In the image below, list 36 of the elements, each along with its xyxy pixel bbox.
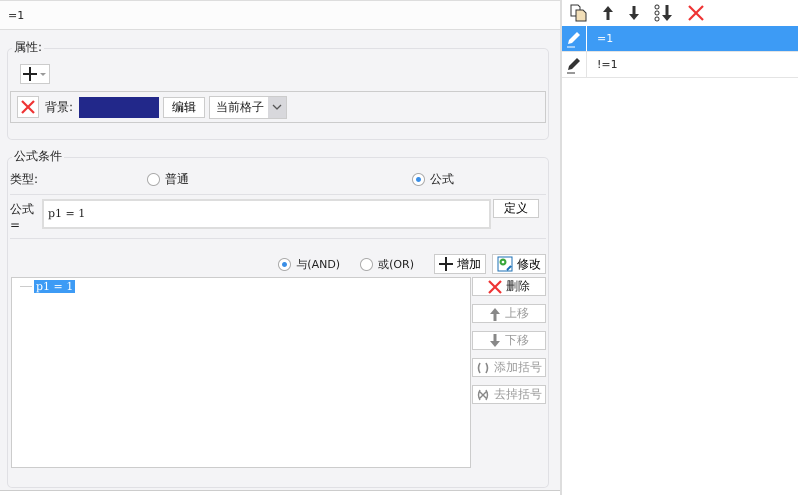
plus-icon xyxy=(439,257,453,271)
edit-button[interactable]: 编辑 xyxy=(163,96,206,118)
radio-option[interactable]: 与(AND) xyxy=(278,256,340,272)
close-icon xyxy=(21,100,35,114)
section-title: 属性: xyxy=(12,39,44,56)
chevron-down-icon xyxy=(268,96,286,118)
radio-option[interactable]: 或(OR) xyxy=(360,256,414,272)
copy-icon[interactable] xyxy=(570,4,588,22)
arrow-down-icon[interactable] xyxy=(628,5,640,21)
formula-input[interactable]: p1 = 1 xyxy=(42,199,491,229)
delete-button[interactable]: 删除 xyxy=(472,277,546,296)
add-button[interactable]: 增加 xyxy=(434,254,486,274)
close-icon[interactable] xyxy=(688,5,704,21)
modify-button[interactable]: 修改 xyxy=(492,254,546,274)
radio-option[interactable]: 公式 xyxy=(412,170,454,188)
section-title: 公式条件 xyxy=(12,148,64,165)
pencil-icon xyxy=(565,56,583,74)
close-icon xyxy=(488,280,502,294)
add-property-button[interactable] xyxy=(20,64,50,84)
condition-item[interactable]: !=1 xyxy=(562,52,798,78)
scope-dropdown[interactable]: 当前格子 xyxy=(209,96,288,118)
move-to-bottom-icon[interactable] xyxy=(654,4,674,22)
plus-icon xyxy=(23,66,47,82)
arrow-up-icon[interactable] xyxy=(602,5,614,21)
pencil-icon xyxy=(565,30,583,48)
radio-option[interactable]: 普通 xyxy=(147,170,189,188)
parentheses-icon xyxy=(476,360,490,374)
color-swatch[interactable] xyxy=(79,96,160,118)
define-button[interactable]: 定义 xyxy=(493,199,539,218)
background-label: 背景: xyxy=(45,98,74,116)
arrow-down-icon xyxy=(489,334,501,348)
remove-button[interactable] xyxy=(17,96,39,118)
arrow-up-icon xyxy=(489,306,501,320)
type-label: 类型: xyxy=(10,170,40,188)
formula-label: 公式= xyxy=(10,201,35,232)
name-field[interactable]: =1 xyxy=(0,0,560,30)
